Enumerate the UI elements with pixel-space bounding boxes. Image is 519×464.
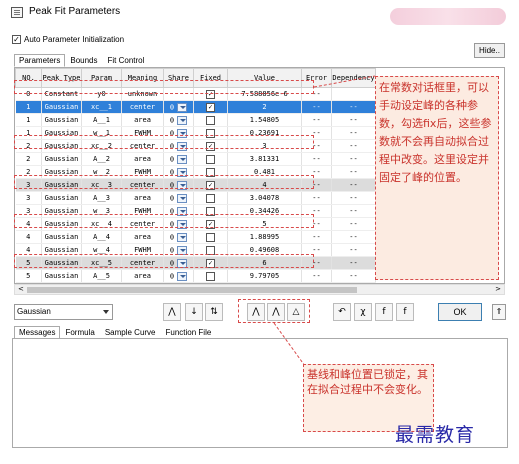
peak-fit-window: Peak Fit Parameters ✓ Auto Parameter Ini… bbox=[0, 0, 519, 464]
watermark-text: 最需教育 bbox=[395, 424, 476, 446]
annotation-callout-right: 在常数对话框里，可以手动设定峰的各种参数，勾选fix后，这些参数就不会再自动拟合… bbox=[375, 76, 499, 280]
